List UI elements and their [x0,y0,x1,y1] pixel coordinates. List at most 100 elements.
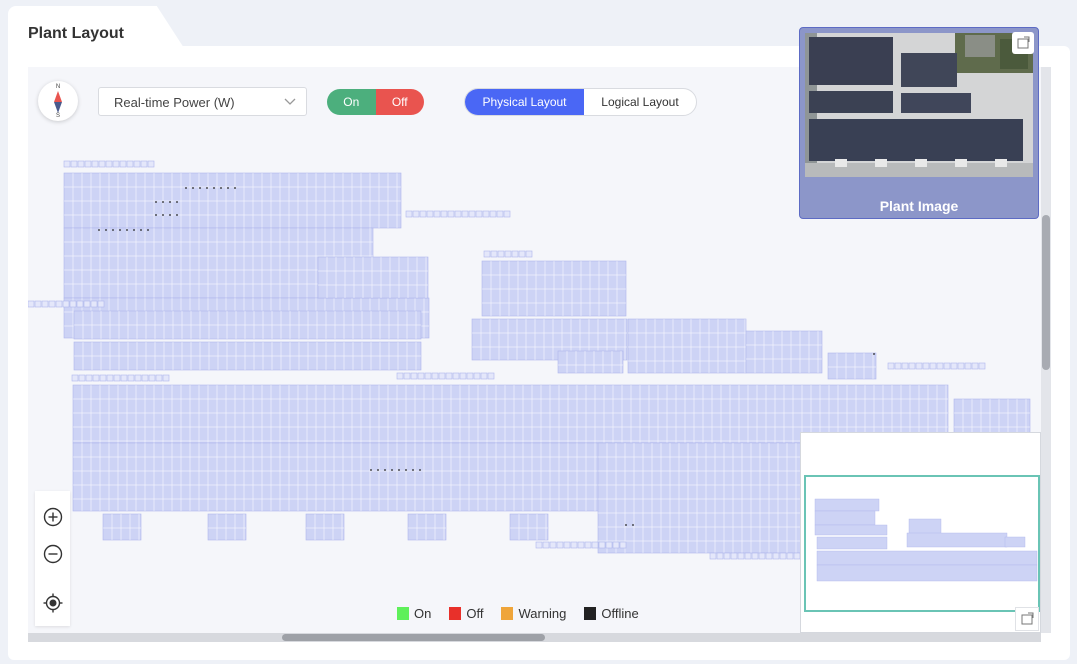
pv-panel-label-cell[interactable] [570,541,578,549]
pv-panel-label-cell[interactable] [445,372,453,380]
pv-panel-label-cell[interactable] [894,362,902,370]
pv-panel-label-cell[interactable] [28,300,35,308]
pv-panel-label-cell[interactable] [433,210,441,218]
pv-panel-label-cell[interactable] [112,160,120,168]
pv-panel-label-cell[interactable] [119,160,127,168]
pv-panel-label-cell[interactable] [915,362,923,370]
pv-panel-label-cell[interactable] [751,552,759,560]
pv-panel-block[interactable] [407,513,447,541]
pv-panel-label-cell[interactable] [91,160,99,168]
pv-panel-label-cell[interactable] [41,300,49,308]
pv-panel-label-cell[interactable] [765,552,773,560]
pv-panel-label-cell[interactable] [964,362,972,370]
physical-layout-button[interactable]: Physical Layout [465,89,584,115]
pv-panel-block[interactable] [72,442,624,512]
pv-panel-label-cell[interactable] [417,372,425,380]
pv-panel-label-cell[interactable] [424,372,432,380]
on-off-toggle[interactable]: On Off [327,89,424,115]
pv-panel-label-cell[interactable] [71,374,79,382]
vertical-scrollbar[interactable] [1041,67,1051,633]
expand-icon[interactable] [1012,32,1034,54]
pv-panel-label-cell[interactable] [490,250,498,258]
pv-panel-label-cell[interactable] [454,210,462,218]
horizontal-scrollbar[interactable] [28,633,1041,642]
pv-panel-label-cell[interactable] [723,552,731,560]
pv-panel-label-cell[interactable] [405,210,413,218]
pv-panel-label-cell[interactable] [419,210,427,218]
pv-panel-label-cell[interactable] [475,210,483,218]
pv-panel-label-cell[interactable] [84,160,92,168]
pv-panel-label-cell[interactable] [487,372,495,380]
pv-panel-label-cell[interactable] [605,541,613,549]
pv-panel-label-cell[interactable] [126,160,134,168]
pv-panel-block[interactable] [745,330,823,374]
pv-panel-label-cell[interactable] [929,362,937,370]
pv-panel-label-cell[interactable] [461,210,469,218]
pv-panel-label-cell[interactable] [619,541,627,549]
pv-panel-label-cell[interactable] [69,300,77,308]
toggle-on-button[interactable]: On [327,89,376,115]
pv-panel-label-cell[interactable] [83,300,91,308]
pv-panel-label-cell[interactable] [410,372,418,380]
pv-panel-block[interactable] [827,352,877,380]
pv-panel-block[interactable] [509,513,549,541]
pv-panel-label-cell[interactable] [936,362,944,370]
pv-panel-label-cell[interactable] [591,541,599,549]
pv-panel-block[interactable] [627,318,747,374]
pv-panel-label-cell[interactable] [48,300,56,308]
pv-panel-block[interactable] [557,350,624,374]
logical-layout-button[interactable]: Logical Layout [584,89,696,115]
plant-image-card[interactable]: Plant Image [799,27,1039,219]
pv-panel-label-cell[interactable] [105,160,113,168]
pv-panel-label-cell[interactable] [480,372,488,380]
pv-panel-label-cell[interactable] [922,362,930,370]
pv-panel-label-cell[interactable] [978,362,986,370]
pv-panel-label-cell[interactable] [438,372,446,380]
pv-panel-block[interactable] [102,513,142,541]
pv-panel-label-cell[interactable] [709,552,717,560]
pv-panel-label-cell[interactable] [468,210,476,218]
layout-mode-switch[interactable]: Physical Layout Logical Layout [464,88,697,116]
pv-panel-label-cell[interactable] [120,374,128,382]
locate-icon[interactable] [43,593,63,613]
pv-panel-label-cell[interactable] [772,552,780,560]
pv-panel-label-cell[interactable] [92,374,100,382]
pv-panel-label-cell[interactable] [758,552,766,560]
pv-panel-block[interactable] [63,172,402,229]
expand-icon[interactable] [1015,607,1039,631]
pv-panel-label-cell[interactable] [612,541,620,549]
pv-panel-label-cell[interactable] [549,541,557,549]
minimap-viewport[interactable] [804,475,1040,612]
pv-panel-label-cell[interactable] [403,372,411,380]
pv-panel-label-cell[interactable] [542,541,550,549]
pv-panel-label-cell[interactable] [99,374,107,382]
pv-panel-label-cell[interactable] [482,210,490,218]
minimap[interactable] [800,432,1041,633]
pv-panel-label-cell[interactable] [447,210,455,218]
pv-panel-label-cell[interactable] [786,552,794,560]
pv-panel-label-cell[interactable] [78,374,86,382]
pv-panel-label-cell[interactable] [489,210,497,218]
pv-panel-label-cell[interactable] [556,541,564,549]
pv-panel-label-cell[interactable] [535,541,543,549]
pv-panel-label-cell[interactable] [473,372,481,380]
pv-panel-label-cell[interactable] [744,552,752,560]
pv-panel-label-cell[interactable] [779,552,787,560]
pv-panel-label-cell[interactable] [133,160,141,168]
pv-panel-label-cell[interactable] [943,362,951,370]
pv-panel-label-cell[interactable] [396,372,404,380]
pv-panel-label-cell[interactable] [563,541,571,549]
pv-panel-label-cell[interactable] [90,300,98,308]
pv-panel-label-cell[interactable] [511,250,519,258]
pv-panel-label-cell[interactable] [55,300,63,308]
pv-panel-label-cell[interactable] [412,210,420,218]
pv-panel-label-cell[interactable] [431,372,439,380]
pv-panel-label-cell[interactable] [901,362,909,370]
zoom-out-icon[interactable] [43,544,63,564]
pv-panel-label-cell[interactable] [106,374,114,382]
pv-panel-label-cell[interactable] [77,160,85,168]
pv-panel-label-cell[interactable] [148,374,156,382]
toggle-off-button[interactable]: Off [375,89,424,115]
pv-panel-block[interactable] [317,256,429,299]
pv-panel-label-cell[interactable] [496,210,504,218]
